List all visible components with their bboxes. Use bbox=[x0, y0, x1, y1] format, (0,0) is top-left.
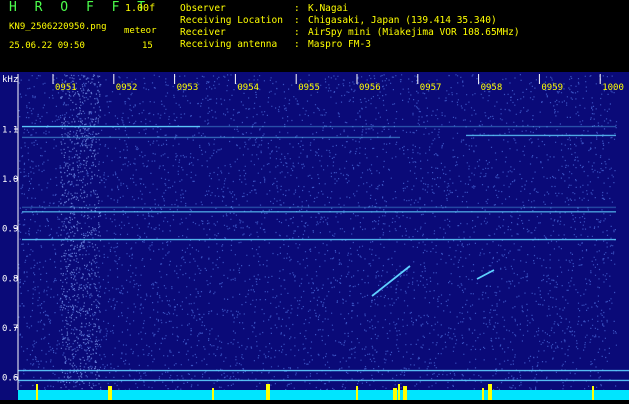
time-tick-label: 0952 bbox=[116, 83, 138, 93]
burst-marker bbox=[398, 384, 400, 400]
meteor-count: 15 bbox=[142, 41, 153, 51]
y-tick-label: 0.6 bbox=[2, 374, 18, 384]
header-panel: H R O F F T 1.00f KN9_2506220950.png 25.… bbox=[0, 0, 629, 72]
spectrogram-plot: kHz 1.1 1.0 0.9 0.8 0.7 0.6 0951 0952 0953 0954 095… bbox=[0, 72, 629, 400]
time-tick-label: 0957 bbox=[420, 83, 442, 93]
burst-marker bbox=[488, 384, 492, 400]
meteor-label: meteor bbox=[124, 26, 157, 36]
time-tick-label: 0956 bbox=[359, 83, 381, 93]
burst-marker bbox=[592, 386, 594, 400]
time-tick-label: 0958 bbox=[481, 83, 503, 93]
datetime-label: 25.06.22 09:50 bbox=[9, 41, 85, 51]
y-tick-label: 0.7 bbox=[2, 324, 18, 334]
time-tick-label: 1000 bbox=[602, 83, 624, 93]
version-label: 1.00f bbox=[125, 3, 156, 14]
time-tick-label: 0959 bbox=[541, 83, 563, 93]
burst-marker bbox=[108, 386, 112, 400]
burst-marker bbox=[356, 386, 358, 400]
burst-marker bbox=[403, 386, 407, 400]
time-tick-label: 0951 bbox=[55, 83, 77, 93]
spectrogram-panel: kHz 1.1 1.0 0.9 0.8 0.7 0.6 0951 0952 0953 0954 095… bbox=[0, 72, 629, 400]
y-tick-label: 1.1 bbox=[2, 126, 18, 136]
y-tick-label: 1.0 bbox=[2, 175, 18, 185]
info-row-location: Receiving Location: Chigasaki, Japan (139… bbox=[180, 15, 497, 26]
observation-info: Observer: K.Nagai Receiving Location: Chig… bbox=[180, 3, 520, 51]
info-row-antenna: Receiving antenna: Maspro FM-3 bbox=[180, 39, 371, 50]
burst-marker bbox=[482, 388, 484, 400]
info-row-observer: Observer: K.Nagai bbox=[180, 3, 349, 14]
burst-marker bbox=[212, 388, 214, 400]
y-tick-label: 0.9 bbox=[2, 225, 18, 235]
time-tick-label: 0955 bbox=[298, 83, 320, 93]
burst-marker bbox=[266, 384, 270, 400]
info-row-receiver: Receiver: AirSpy mini (Miakejima VOR 108.… bbox=[180, 27, 520, 38]
spectrogram-background bbox=[0, 72, 629, 400]
burst-marker bbox=[393, 388, 397, 400]
time-tick-label: 0953 bbox=[177, 83, 199, 93]
filename-label: KN9_2506220950.png bbox=[9, 22, 107, 32]
burst-marker bbox=[36, 384, 38, 400]
y-axis-unit: kHz bbox=[2, 75, 18, 85]
y-tick-label: 0.8 bbox=[2, 274, 18, 284]
time-tick-label: 0954 bbox=[237, 83, 259, 93]
